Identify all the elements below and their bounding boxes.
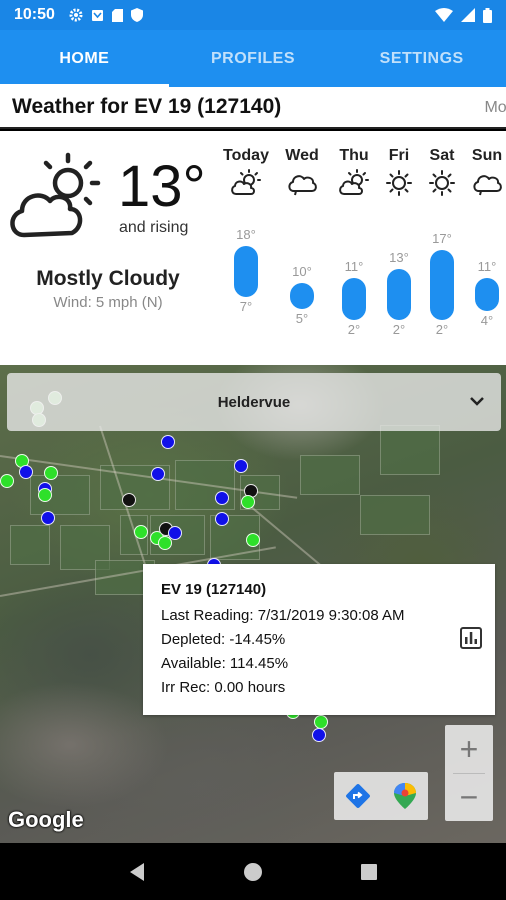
forecast-day-sun: Sun [459,147,506,202]
sensor-available: Available: 114.45% [161,655,289,672]
weather-header: Weather for EV 19 (127140) Mor [0,87,506,129]
tab-bar: HOME PROFILES SETTINGS [0,30,506,87]
sensor-irr-rec: Irr Rec: 0.00 hours [161,679,286,696]
map-field [380,425,440,475]
sensor-last-reading: Last Reading: 7/31/2019 9:30:08 AM [161,607,405,624]
sensor-title: EV 19 (127140) [161,581,267,598]
map-toolbar [334,772,428,820]
sensor-marker[interactable] [246,533,260,547]
farm-selector[interactable]: Heldervue [7,373,501,431]
farm-selector-label: Heldervue [217,393,291,411]
notification-icon [91,9,103,21]
forecast-temp-bar [290,283,314,309]
forecast-day-label: Today [223,147,269,164]
sensor-marker[interactable] [215,512,229,526]
forecast-day-wed: Wed [274,147,330,202]
sensor-marker[interactable] [38,488,52,502]
forecast-temp-bar [387,269,411,321]
open-in-maps-button[interactable] [381,772,428,820]
forecast-temp-bar [234,245,258,297]
sensor-marker[interactable] [241,495,255,509]
zoom-in-button[interactable]: + [445,725,493,773]
sensor-marker[interactable] [161,435,175,449]
forecast-temp-bar [475,278,499,311]
partly-cloudy-icon [10,152,101,238]
recents-icon[interactable] [360,863,378,881]
sensor-marker[interactable] [234,459,248,473]
sensor-info-window[interactable]: EV 19 (127140) Last Reading: 7/31/2019 9… [143,564,495,715]
gear-icon [69,8,83,22]
map-field [10,525,50,565]
google-maps-icon [393,783,416,809]
forecast-high: 10° [292,264,312,279]
system-nav-bar [0,843,506,900]
sensor-marker[interactable] [134,525,148,539]
map-view[interactable]: Heldervue EV 19 (127140) Last Reading: 7… [0,365,506,843]
forecast-high: 11° [477,259,497,275]
forecast-low: 4° [480,313,494,328]
zoom-divider [453,773,485,774]
forecast-day-label: Sun [471,147,503,164]
sensor-depleted: Depleted: -14.45% [161,631,286,648]
tab-profiles[interactable]: PROFILES [169,30,338,87]
forecast-temp-bar [430,250,454,321]
partly-sunny-icon [218,169,274,202]
more-link[interactable]: Mor [484,99,506,117]
directions-button[interactable] [334,772,381,820]
status-time: 10:50 [14,6,55,23]
sensor-marker[interactable] [44,466,58,480]
sensor-marker[interactable] [215,491,229,505]
sensor-marker[interactable] [19,465,33,479]
google-logo: Google [8,807,84,832]
forecast-high: 17° [432,231,452,247]
current-wind: Wind: 5 mph (N) [53,294,163,311]
forecast-day-label: Wed [285,147,319,164]
sensor-marker[interactable] [41,511,55,525]
chevron-down-icon [470,397,484,406]
shield-icon [130,8,143,22]
forecast-day-today: Today [218,147,274,202]
wifi-icon [435,8,453,22]
signal-icon [461,8,475,22]
forecast-high: 13° [389,250,409,265]
home-icon[interactable] [243,862,263,882]
cloud-icon [459,169,506,202]
zoom-out-button[interactable]: − [445,773,493,821]
zoom-controls: + − [445,725,493,821]
temperature-trend: and rising [119,219,189,236]
bar-chart-icon[interactable] [459,626,483,650]
directions-icon [345,784,370,808]
sensor-marker[interactable] [158,536,172,550]
sensor-marker[interactable] [0,474,14,488]
tab-home[interactable]: HOME [0,30,169,87]
map-field [360,495,430,535]
current-condition: Mostly Cloudy [36,267,180,290]
status-bar: 10:50 [0,0,506,30]
sd-card-icon [111,8,123,22]
battery-icon [483,7,492,23]
sensor-marker[interactable] [151,467,165,481]
sensor-marker[interactable] [314,715,328,729]
sensor-marker[interactable] [312,728,326,742]
page-title: Weather for EV 19 (127140) [12,95,282,118]
forecast-high: 18° [236,226,256,242]
sensor-marker[interactable] [122,493,136,507]
map-field [300,455,360,495]
current-temperature: 13° [118,154,206,219]
tab-settings[interactable]: SETTINGS [337,30,506,87]
forecast-temp-bar [342,278,366,321]
back-icon[interactable] [128,862,146,882]
forecast-low: 7° [239,299,253,314]
cloud-icon [274,169,330,202]
weather-panel: 13° and rising Mostly Cloudy Wind: 5 mph… [0,131,506,365]
forecast-low: 5° [295,311,309,326]
